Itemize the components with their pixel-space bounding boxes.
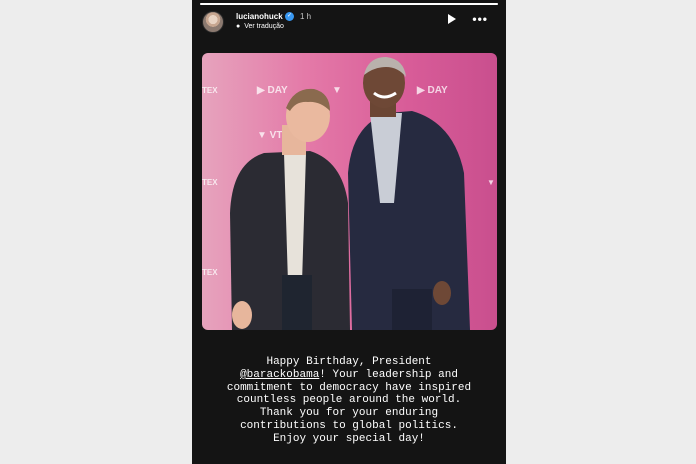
caption-line: commitment to democracy have inspired bbox=[226, 381, 472, 394]
caption-line: countless people around the world. bbox=[236, 394, 462, 407]
mention-link[interactable]: @barackobama bbox=[240, 369, 319, 381]
person-left bbox=[230, 88, 350, 330]
photo-illustration: ▶ DAY ▶ DAY ▼ ▼ VTEX TEX TEX TEX ▼ bbox=[202, 57, 495, 330]
backdrop-logo: TEX bbox=[202, 268, 218, 277]
story-progress-fill bbox=[200, 3, 498, 5]
play-icon[interactable] bbox=[448, 14, 456, 24]
avatar[interactable] bbox=[202, 11, 224, 33]
backdrop-logo: TEX bbox=[202, 178, 218, 187]
story-header: lucianohuck ✓ 1 h ● Ver tradução ••• bbox=[200, 10, 498, 36]
story-progress-bar bbox=[200, 3, 498, 5]
story-photo: ▶ DAY ▶ DAY ▼ ▼ VTEX TEX TEX TEX ▼ bbox=[202, 53, 497, 330]
backdrop-logo: TEX bbox=[202, 86, 218, 95]
caption-line: @barackobama! Your leadership and bbox=[205, 369, 493, 382]
person-right bbox=[348, 57, 470, 330]
backdrop-logo: ▶ DAY bbox=[416, 85, 448, 96]
caption-line: Happy Birthday, President bbox=[266, 356, 432, 368]
backdrop-logo: ▶ DAY bbox=[256, 85, 288, 96]
more-options-icon[interactable]: ••• bbox=[472, 12, 488, 26]
backdrop-logo: ▼ bbox=[487, 178, 495, 187]
verified-badge-icon: ✓ bbox=[285, 12, 294, 21]
translate-label: Ver tradução bbox=[244, 23, 284, 30]
caption-line: Thank you for your enduring bbox=[259, 407, 439, 420]
backdrop-logo: ▼ bbox=[332, 85, 342, 96]
caption-line: contributions to global politics. bbox=[240, 419, 458, 432]
post-time: 1 h bbox=[300, 12, 312, 21]
story-caption: Happy Birthday, President @barackobama! … bbox=[205, 356, 493, 446]
globe-icon: ● bbox=[236, 23, 241, 30]
username[interactable]: lucianohuck bbox=[236, 12, 283, 21]
translate-link[interactable]: ● Ver tradução bbox=[236, 23, 284, 30]
caption-line: Enjoy your special day! bbox=[273, 432, 425, 445]
caption-text: ! Your leadership and bbox=[319, 368, 458, 381]
